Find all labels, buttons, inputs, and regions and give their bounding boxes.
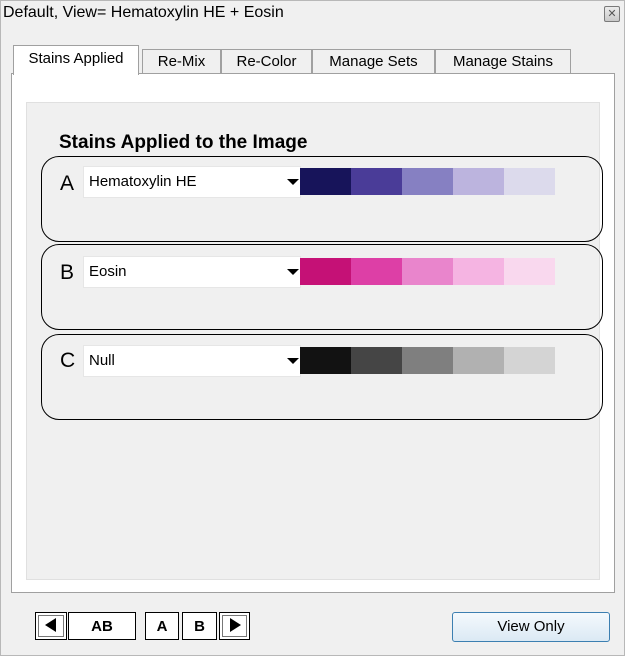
- triangle-right-icon: [230, 618, 241, 632]
- dropdown-arrow-icon: [287, 358, 299, 364]
- color-swatch[interactable]: [351, 168, 402, 195]
- view-only-button[interactable]: View Only: [452, 612, 610, 642]
- color-swatch[interactable]: [402, 347, 453, 374]
- color-swatch[interactable]: [300, 168, 351, 195]
- stain-letter: B: [60, 261, 75, 284]
- tab-label: Manage Sets: [329, 53, 418, 70]
- tab-manage-sets[interactable]: Manage Sets: [312, 49, 435, 75]
- stain-row-c: C Null: [41, 334, 603, 420]
- ab-button-label: AB: [91, 618, 113, 635]
- stain-select-value: Eosin: [89, 263, 127, 280]
- tab-label: Stains Applied: [28, 50, 124, 67]
- tab-label: Re-Mix: [157, 53, 206, 70]
- title-bar: Default, View= Hematoxylin HE + Eosin ✕: [1, 1, 624, 27]
- stain-row-b: B Eosin: [41, 244, 603, 330]
- stain-select-value: Null: [89, 352, 115, 369]
- tab-label: Manage Stains: [452, 53, 554, 70]
- section-title: Stains Applied to the Image: [59, 132, 308, 153]
- color-swatch[interactable]: [453, 258, 504, 285]
- next-button[interactable]: [219, 612, 250, 640]
- color-swatch[interactable]: [402, 258, 453, 285]
- stain-letter: A: [60, 172, 75, 195]
- a-button-label: A: [156, 618, 168, 635]
- color-swatch[interactable]: [453, 347, 504, 374]
- color-swatch[interactable]: [402, 168, 453, 195]
- tab-stains-applied[interactable]: Stains Applied: [13, 45, 139, 75]
- color-swatch[interactable]: [300, 258, 351, 285]
- color-swatch[interactable]: [504, 168, 555, 195]
- dropdown-arrow-icon: [287, 269, 299, 275]
- tab-manage-stains[interactable]: Manage Stains: [435, 49, 571, 75]
- view-only-label: View Only: [497, 618, 565, 635]
- color-swatch[interactable]: [504, 347, 555, 374]
- close-icon[interactable]: ✕: [604, 6, 620, 22]
- color-swatch[interactable]: [351, 258, 402, 285]
- tab-label: Re-Color: [236, 53, 297, 70]
- stain-letter: C: [60, 349, 76, 372]
- color-swatch[interactable]: [300, 347, 351, 374]
- prev-button[interactable]: [35, 612, 67, 640]
- stain-select-c[interactable]: Null: [83, 345, 301, 377]
- stain-select-value: Hematoxylin HE: [89, 173, 197, 190]
- b-button-label: B: [194, 618, 205, 635]
- window-title: Default, View= Hematoxylin HE + Eosin: [3, 4, 284, 21]
- triangle-left-icon: [45, 618, 56, 632]
- tab-re-mix[interactable]: Re-Mix: [142, 49, 221, 75]
- color-swatch[interactable]: [453, 168, 504, 195]
- stain-select-a[interactable]: Hematoxylin HE: [83, 166, 301, 198]
- stain-window: Default, View= Hematoxylin HE + Eosin ✕ …: [0, 0, 625, 656]
- stain-row-a: A Hematoxylin HE: [41, 156, 603, 242]
- color-swatch[interactable]: [504, 258, 555, 285]
- stain-select-b[interactable]: Eosin: [83, 256, 301, 288]
- a-button[interactable]: A: [145, 612, 179, 640]
- b-button[interactable]: B: [182, 612, 217, 640]
- tab-re-color[interactable]: Re-Color: [221, 49, 312, 75]
- dropdown-arrow-icon: [287, 179, 299, 185]
- ab-button[interactable]: AB: [68, 612, 136, 640]
- color-swatch[interactable]: [351, 347, 402, 374]
